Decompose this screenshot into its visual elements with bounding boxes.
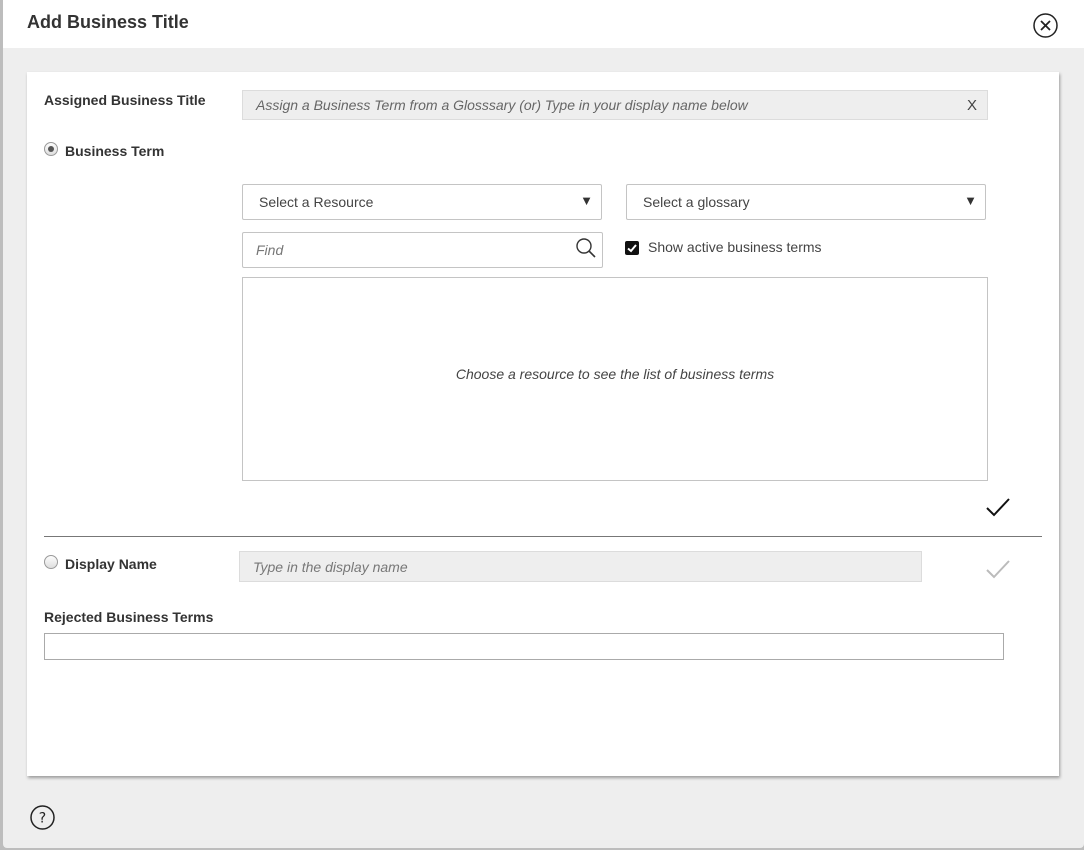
display-name-input[interactable] bbox=[240, 552, 921, 581]
rejected-terms-field[interactable] bbox=[44, 633, 1004, 660]
show-active-label: Show active business terms bbox=[648, 239, 822, 255]
find-input[interactable] bbox=[243, 233, 573, 267]
assigned-title-placeholder: Assign a Business Term from a Glosssary … bbox=[256, 97, 748, 113]
resource-select-value: Select a Resource bbox=[259, 194, 374, 210]
display-name-radio[interactable] bbox=[44, 555, 58, 569]
chevron-down-icon: ▼ bbox=[964, 193, 977, 208]
checkmark-icon bbox=[986, 498, 1010, 517]
glossary-select[interactable]: Select a glossary ▼ bbox=[626, 184, 986, 220]
rejected-terms-label: Rejected Business Terms bbox=[44, 609, 214, 625]
find-box bbox=[242, 232, 603, 268]
show-active-checkbox[interactable] bbox=[625, 241, 639, 255]
search-icon[interactable] bbox=[575, 237, 597, 259]
glossary-select-value: Select a glossary bbox=[643, 194, 750, 210]
empty-list-message: Choose a resource to see the list of bus… bbox=[455, 366, 775, 382]
business-term-label: Business Term bbox=[65, 143, 165, 159]
assigned-title-field[interactable]: Assign a Business Term from a Glosssary … bbox=[242, 90, 988, 120]
business-term-radio[interactable] bbox=[44, 142, 58, 156]
close-circle-icon bbox=[1033, 13, 1058, 38]
form-card: Assigned Business Title Assign a Busines… bbox=[27, 72, 1059, 776]
confirm-business-term-button[interactable] bbox=[984, 496, 1012, 520]
assigned-title-label: Assigned Business Title bbox=[44, 92, 206, 108]
checkmark-icon bbox=[627, 244, 637, 253]
clear-assigned-title-button[interactable]: X bbox=[967, 97, 977, 114]
help-circle-icon: ? bbox=[30, 805, 55, 830]
help-button[interactable]: ? bbox=[30, 805, 55, 830]
chevron-down-icon: ▼ bbox=[580, 193, 593, 208]
section-divider bbox=[44, 536, 1042, 537]
business-terms-list[interactable]: Choose a resource to see the list of bus… bbox=[242, 277, 988, 481]
add-business-title-dialog: Add Business Title Assigned Business Tit… bbox=[3, 0, 1084, 848]
dialog-title: Add Business Title bbox=[27, 12, 189, 32]
svg-text:?: ? bbox=[39, 811, 46, 827]
resource-select[interactable]: Select a Resource ▼ bbox=[242, 184, 602, 220]
dialog-header: Add Business Title bbox=[3, 0, 1084, 48]
close-button[interactable] bbox=[1033, 13, 1058, 38]
display-name-label: Display Name bbox=[65, 556, 157, 572]
confirm-display-name-button[interactable] bbox=[984, 558, 1012, 582]
display-name-field bbox=[239, 551, 922, 582]
checkmark-icon bbox=[986, 560, 1010, 579]
